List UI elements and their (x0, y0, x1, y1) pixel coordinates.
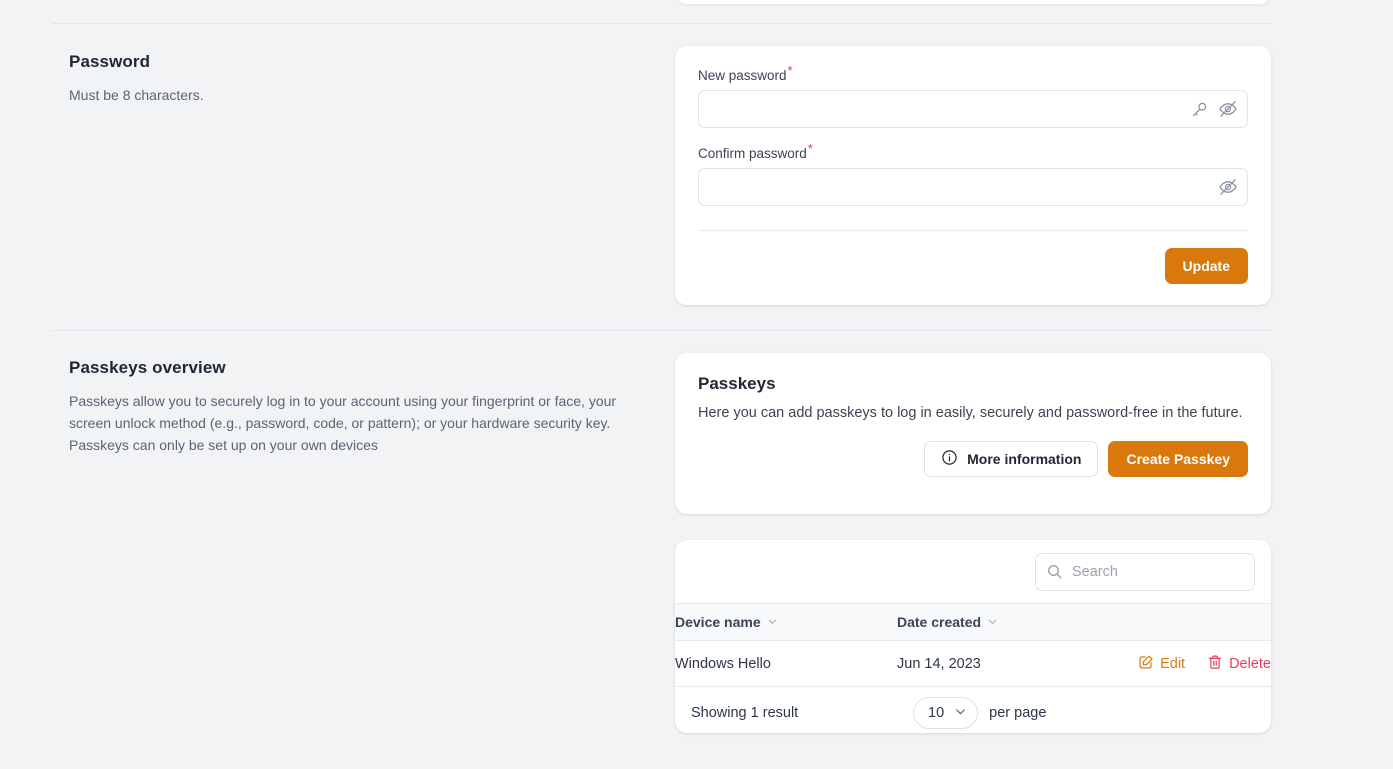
password-card: New password* Confirm password* Update (675, 46, 1271, 305)
passkeys-overview-info: Passkeys overview Passkeys allow you to … (69, 358, 649, 456)
table-row: Windows Hello Jun 14, 2023 Edit Delete (675, 640, 1271, 687)
chevron-down-icon (767, 614, 778, 630)
table-head: Device name Date created (675, 603, 1271, 641)
new-password-label-text: New password (698, 68, 787, 83)
section-divider-top (52, 23, 1272, 24)
column-header-device-name-label: Device name (675, 614, 761, 630)
chevron-down-icon (954, 705, 967, 722)
chevron-down-icon (987, 614, 998, 630)
passkeys-table-card: Device name Date created (675, 540, 1271, 733)
column-header-date-created[interactable]: Date created (897, 603, 1119, 641)
edit-passkey-button[interactable]: Edit (1138, 654, 1185, 674)
column-header-actions (1119, 603, 1271, 641)
edit-passkey-label: Edit (1160, 655, 1186, 672)
cell-row-actions: Edit Delete (1119, 640, 1271, 687)
table-footer: Showing 1 result 10 per page (675, 687, 1271, 733)
create-passkey-button[interactable]: Create Passkey (1108, 441, 1248, 477)
passkeys-table: Device name Date created Windows Hello J… (675, 603, 1271, 687)
column-header-device-name[interactable]: Device name (675, 603, 897, 641)
password-card-actions: Update (675, 231, 1271, 284)
passkeys-overview-title: Passkeys overview (69, 358, 226, 377)
more-information-button[interactable]: More information (924, 441, 1099, 477)
key-icon[interactable] (1190, 100, 1209, 119)
passkeys-card-title: Passkeys (698, 374, 776, 393)
new-password-required-marker: * (787, 62, 793, 78)
eye-off-icon[interactable] (1218, 99, 1238, 119)
confirm-password-input-wrap (698, 168, 1248, 206)
new-password-input[interactable] (698, 90, 1248, 128)
password-section-info: Password Must be 8 characters. (69, 52, 649, 106)
cell-date-created: Jun 14, 2023 (897, 640, 1119, 687)
table-toolbar (675, 540, 1271, 603)
column-header-date-created-label: Date created (897, 614, 982, 630)
password-form: New password* Confirm password* (675, 46, 1271, 206)
per-page-select-value: 10 (928, 705, 945, 721)
more-information-button-label: More information (967, 451, 1082, 467)
section-divider-middle (52, 330, 1272, 331)
per-page-select[interactable]: 10 (913, 697, 979, 729)
table-body: Windows Hello Jun 14, 2023 Edit Delete (675, 640, 1271, 687)
new-password-input-wrap (698, 90, 1248, 128)
confirm-password-required-marker: * (807, 140, 813, 156)
passkeys-overview-description: Passkeys allow you to securely log in to… (69, 393, 617, 453)
pencil-square-icon (1138, 654, 1154, 674)
per-page-control: 10 per page (913, 697, 1046, 729)
table-header-row: Device name Date created (675, 603, 1271, 641)
per-page-label: per page (989, 705, 1047, 721)
passkeys-card: Passkeys Here you can add passkeys to lo… (675, 353, 1271, 514)
cell-device-name: Windows Hello (675, 640, 897, 687)
results-count-label: Showing 1 result (691, 705, 799, 721)
update-password-button[interactable]: Update (1164, 248, 1248, 284)
previous-section-card-partial (675, 0, 1271, 4)
confirm-password-field: Confirm password* (698, 142, 1248, 206)
delete-passkey-label: Delete (1229, 655, 1271, 672)
confirm-password-label-text: Confirm password (698, 146, 807, 161)
trash-icon (1207, 654, 1223, 674)
confirm-password-label: Confirm password* (698, 142, 1248, 162)
delete-passkey-button[interactable]: Delete (1207, 654, 1271, 674)
password-section-description: Must be 8 characters. (69, 87, 204, 103)
info-circle-icon (941, 449, 958, 469)
passkeys-card-actions: More information Create Passkey (698, 441, 1248, 477)
eye-off-icon[interactable] (1218, 177, 1238, 197)
confirm-password-input-icons (1218, 168, 1238, 206)
passkeys-card-description: Here you can add passkeys to log in easi… (698, 405, 1243, 421)
search-box (1035, 553, 1255, 591)
confirm-password-input[interactable] (698, 168, 1248, 206)
new-password-label: New password* (698, 64, 1248, 84)
new-password-input-icons (1190, 90, 1238, 128)
new-password-field: New password* (698, 64, 1248, 128)
password-section-title: Password (69, 52, 151, 71)
search-input[interactable] (1035, 553, 1255, 591)
